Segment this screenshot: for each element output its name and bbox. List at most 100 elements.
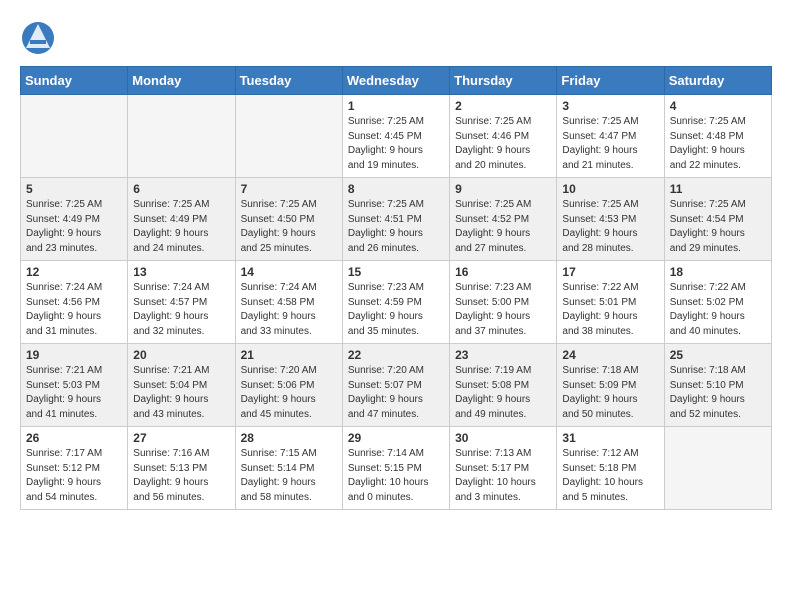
calendar-day-cell: 29Sunrise: 7:14 AM Sunset: 5:15 PM Dayli…	[342, 427, 449, 510]
day-info: Sunrise: 7:24 AM Sunset: 4:56 PM Dayligh…	[26, 281, 122, 339]
day-number: 28	[241, 431, 337, 445]
day-info: Sunrise: 7:25 AM Sunset: 4:49 PM Dayligh…	[26, 198, 122, 256]
day-number: 20	[133, 348, 229, 362]
day-number: 9	[455, 182, 551, 196]
day-info: Sunrise: 7:22 AM Sunset: 5:02 PM Dayligh…	[670, 281, 766, 339]
day-number: 4	[670, 99, 766, 113]
calendar-day-cell	[21, 95, 128, 178]
calendar-day-cell: 14 Sunrise: 7:24 AM Sunset: 4:58 PM Dayli…	[235, 261, 342, 344]
calendar-day-cell: 3Sunrise: 7:25 AM Sunset: 4:47 PM Daylig…	[557, 95, 664, 178]
day-number: 12	[26, 265, 122, 279]
calendar-day-cell: 25Sunrise: 7:18 AM Sunset: 5:10 PM Dayli…	[664, 344, 771, 427]
day-info: Sunrise: 7:24 AM Sunset: 4:57 PM Dayligh…	[133, 281, 229, 339]
day-info: Sunrise: 7:25 AM Sunset: 4:53 PM Dayligh…	[562, 198, 658, 256]
calendar-day-cell: 19 Sunrise: 7:21 AM Sunset: 5:03 PM Dayli…	[21, 344, 128, 427]
day-number: 19	[26, 348, 122, 362]
calendar-day-cell: 12 Sunrise: 7:24 AM Sunset: 4:56 PM Dayli…	[21, 261, 128, 344]
calendar-week-row: 5 Sunrise: 7:25 AM Sunset: 4:49 PM Daylig…	[21, 178, 772, 261]
calendar-day-cell: 5 Sunrise: 7:25 AM Sunset: 4:49 PM Daylig…	[21, 178, 128, 261]
day-info: Sunrise: 7:23 AM Sunset: 4:59 PM Dayligh…	[348, 281, 444, 339]
day-number: 22	[348, 348, 444, 362]
day-number: 21	[241, 348, 337, 362]
calendar-week-row: 12 Sunrise: 7:24 AM Sunset: 4:56 PM Dayli…	[21, 261, 772, 344]
day-number: 24	[562, 348, 658, 362]
weekday-header-sunday: Sunday	[21, 67, 128, 95]
day-info: Sunrise: 7:25 AM Sunset: 4:46 PM Dayligh…	[455, 115, 551, 173]
calendar-day-cell: 7 Sunrise: 7:25 AM Sunset: 4:50 PM Daylig…	[235, 178, 342, 261]
day-number: 10	[562, 182, 658, 196]
day-number: 25	[670, 348, 766, 362]
day-info: Sunrise: 7:25 AM Sunset: 4:51 PM Dayligh…	[348, 198, 444, 256]
calendar-day-cell: 9 Sunrise: 7:25 AM Sunset: 4:52 PM Daylig…	[450, 178, 557, 261]
day-number: 8	[348, 182, 444, 196]
weekday-header-saturday: Saturday	[664, 67, 771, 95]
calendar-day-cell: 1 Sunrise: 7:25 AM Sunset: 4:45 PM Daylig…	[342, 95, 449, 178]
day-number: 11	[670, 182, 766, 196]
day-info: Sunrise: 7:25 AM Sunset: 4:49 PM Dayligh…	[133, 198, 229, 256]
weekday-header-row: SundayMondayTuesdayWednesdayThursdayFrid…	[21, 67, 772, 95]
day-info: Sunrise: 7:15 AM Sunset: 5:14 PM Dayligh…	[241, 447, 337, 505]
day-number: 17	[562, 265, 658, 279]
calendar-day-cell	[128, 95, 235, 178]
calendar-day-cell: 18Sunrise: 7:22 AM Sunset: 5:02 PM Dayli…	[664, 261, 771, 344]
day-number: 29	[348, 431, 444, 445]
calendar-week-row: 1 Sunrise: 7:25 AM Sunset: 4:45 PM Daylig…	[21, 95, 772, 178]
weekday-header-monday: Monday	[128, 67, 235, 95]
calendar-day-cell: 23Sunrise: 7:19 AM Sunset: 5:08 PM Dayli…	[450, 344, 557, 427]
calendar-day-cell: 30Sunrise: 7:13 AM Sunset: 5:17 PM Dayli…	[450, 427, 557, 510]
day-number: 14	[241, 265, 337, 279]
calendar-week-row: 26Sunrise: 7:17 AM Sunset: 5:12 PM Dayli…	[21, 427, 772, 510]
day-info: Sunrise: 7:16 AM Sunset: 5:13 PM Dayligh…	[133, 447, 229, 505]
day-number: 15	[348, 265, 444, 279]
day-info: Sunrise: 7:19 AM Sunset: 5:08 PM Dayligh…	[455, 364, 551, 422]
calendar-day-cell: 8 Sunrise: 7:25 AM Sunset: 4:51 PM Daylig…	[342, 178, 449, 261]
day-info: Sunrise: 7:22 AM Sunset: 5:01 PM Dayligh…	[562, 281, 658, 339]
page: SundayMondayTuesdayWednesdayThursdayFrid…	[0, 0, 792, 526]
day-number: 31	[562, 431, 658, 445]
calendar-day-cell: 2 Sunrise: 7:25 AM Sunset: 4:46 PM Daylig…	[450, 95, 557, 178]
day-number: 2	[455, 99, 551, 113]
day-info: Sunrise: 7:17 AM Sunset: 5:12 PM Dayligh…	[26, 447, 122, 505]
day-number: 5	[26, 182, 122, 196]
weekday-header-wednesday: Wednesday	[342, 67, 449, 95]
day-info: Sunrise: 7:21 AM Sunset: 5:03 PM Dayligh…	[26, 364, 122, 422]
calendar-day-cell	[235, 95, 342, 178]
day-info: Sunrise: 7:21 AM Sunset: 5:04 PM Dayligh…	[133, 364, 229, 422]
calendar-day-cell: 20 Sunrise: 7:21 AM Sunset: 5:04 PM Dayli…	[128, 344, 235, 427]
calendar-day-cell: 22 Sunrise: 7:20 AM Sunset: 5:07 PM Dayli…	[342, 344, 449, 427]
weekday-header-tuesday: Tuesday	[235, 67, 342, 95]
calendar-day-cell: 6 Sunrise: 7:25 AM Sunset: 4:49 PM Daylig…	[128, 178, 235, 261]
day-number: 6	[133, 182, 229, 196]
calendar-day-cell: 15 Sunrise: 7:23 AM Sunset: 4:59 PM Dayli…	[342, 261, 449, 344]
day-info: Sunrise: 7:23 AM Sunset: 5:00 PM Dayligh…	[455, 281, 551, 339]
day-info: Sunrise: 7:24 AM Sunset: 4:58 PM Dayligh…	[241, 281, 337, 339]
day-number: 3	[562, 99, 658, 113]
day-number: 1	[348, 99, 444, 113]
calendar-day-cell: 17 Sunrise: 7:22 AM Sunset: 5:01 PM Dayli…	[557, 261, 664, 344]
calendar-table: SundayMondayTuesdayWednesdayThursdayFrid…	[20, 66, 772, 510]
weekday-header-thursday: Thursday	[450, 67, 557, 95]
calendar-day-cell: 28 Sunrise: 7:15 AM Sunset: 5:14 PM Dayli…	[235, 427, 342, 510]
day-number: 7	[241, 182, 337, 196]
calendar-day-cell: 10 Sunrise: 7:25 AM Sunset: 4:53 PM Dayli…	[557, 178, 664, 261]
day-number: 27	[133, 431, 229, 445]
day-info: Sunrise: 7:13 AM Sunset: 5:17 PM Dayligh…	[455, 447, 551, 505]
day-info: Sunrise: 7:12 AM Sunset: 5:18 PM Dayligh…	[562, 447, 658, 505]
weekday-header-friday: Friday	[557, 67, 664, 95]
calendar-day-cell: 26Sunrise: 7:17 AM Sunset: 5:12 PM Dayli…	[21, 427, 128, 510]
day-info: Sunrise: 7:25 AM Sunset: 4:52 PM Dayligh…	[455, 198, 551, 256]
day-info: Sunrise: 7:25 AM Sunset: 4:54 PM Dayligh…	[670, 198, 766, 256]
calendar-day-cell: 31 Sunrise: 7:12 AM Sunset: 5:18 PM Dayli…	[557, 427, 664, 510]
calendar-day-cell: 16Sunrise: 7:23 AM Sunset: 5:00 PM Dayli…	[450, 261, 557, 344]
day-info: Sunrise: 7:25 AM Sunset: 4:45 PM Dayligh…	[348, 115, 444, 173]
calendar-day-cell: 24 Sunrise: 7:18 AM Sunset: 5:09 PM Dayli…	[557, 344, 664, 427]
day-info: Sunrise: 7:20 AM Sunset: 5:07 PM Dayligh…	[348, 364, 444, 422]
day-number: 13	[133, 265, 229, 279]
calendar-day-cell	[664, 427, 771, 510]
header	[20, 16, 772, 56]
day-info: Sunrise: 7:18 AM Sunset: 5:09 PM Dayligh…	[562, 364, 658, 422]
calendar-day-cell: 11 Sunrise: 7:25 AM Sunset: 4:54 PM Dayli…	[664, 178, 771, 261]
calendar-week-row: 19 Sunrise: 7:21 AM Sunset: 5:03 PM Dayli…	[21, 344, 772, 427]
day-info: Sunrise: 7:25 AM Sunset: 4:50 PM Dayligh…	[241, 198, 337, 256]
calendar-day-cell: 21Sunrise: 7:20 AM Sunset: 5:06 PM Dayli…	[235, 344, 342, 427]
